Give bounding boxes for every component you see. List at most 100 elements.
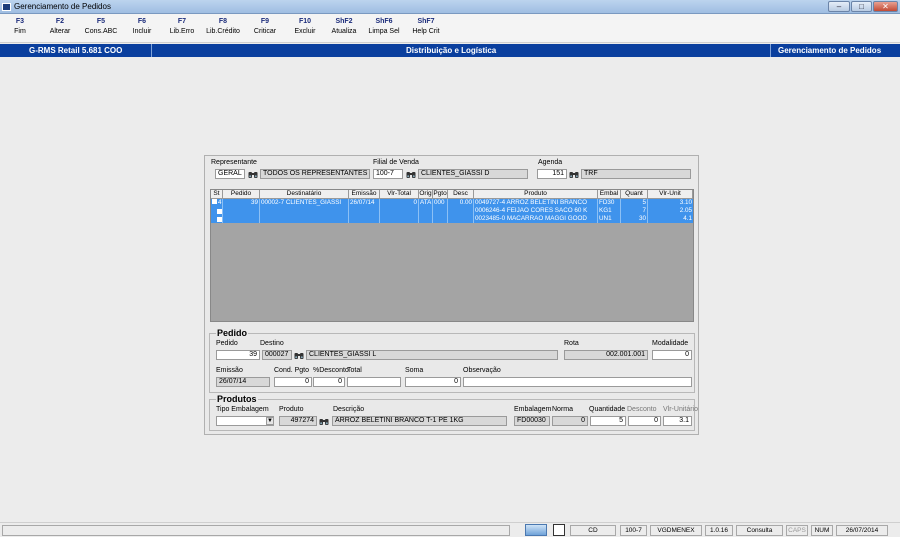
agenda-search-icon[interactable] [569,170,579,179]
soma-field[interactable]: 0 [405,377,461,387]
col-header-pedido[interactable]: Pedido [223,190,260,199]
cell-vlr-unit: 2.05 [679,207,692,214]
item-desconto-field[interactable]: 0 [628,416,661,426]
pedido-group-title: Pedido [216,328,249,338]
toolbar-lib-erro-button[interactable]: F7 Lib.Erro [166,17,198,37]
col-header-desc[interactable]: Desc [448,190,474,199]
vlr-unitario-label: Vlr-Unitário [663,406,699,413]
col-header-embal[interactable]: Embal [598,190,621,199]
representante-label: Representante [211,159,257,166]
toolbar-cons-abc-button[interactable]: F5 Cons.ABC [83,17,119,37]
screen-name: Gerenciamento de Pedidos [778,46,882,55]
pedido-field[interactable]: 39 [216,350,260,360]
status-num: NUM [811,525,833,536]
expand-icon[interactable] [212,199,217,204]
observacao-field[interactable] [463,377,692,387]
col-header-emissao[interactable]: Emissão [349,190,380,199]
table-row[interactable]: 0023485-0 MACARRAO MAGGI GOOD UN1 30 4.1 [211,215,693,223]
cell-vlr-unit: 3.10 [679,199,692,206]
cell-vlr-total [380,207,419,215]
pedido-label: Pedido [216,340,238,347]
rota-field: 002.001.001 [564,350,648,360]
agenda-label: Agenda [538,159,563,166]
toolbar-excluir-button[interactable]: F10 Excluir [290,17,320,37]
toolbar-limpa-sel-button[interactable]: ShF6 Limpa Sel [367,17,401,37]
emissao-label: Emissão [216,367,243,374]
agenda-code-field[interactable]: 151 [537,169,567,179]
produtos-group [209,399,695,431]
filial-search-icon[interactable] [406,170,416,179]
toolbar-alterar-button[interactable]: F2 Alterar [45,17,75,37]
descricao-label: Descrição [333,406,365,413]
toolbar-help-crit-button[interactable]: ShF7 Help Crit [408,17,444,37]
app-icon [2,3,11,11]
cell-produto: 0006246-4 FEIJAO CORES SACO 60 K [474,207,598,215]
cell-embal: KG1 [598,207,621,215]
vlr-unitario-field[interactable]: 3.1 [663,416,692,426]
cell-pgto [433,207,448,215]
col-header-vlr-total[interactable]: Vlr-Total [380,190,419,199]
minimize-button[interactable]: – [828,1,850,12]
col-header-st[interactable]: St [211,190,223,199]
col-header-orig[interactable]: Orig [419,190,433,199]
emissao-field: 26/07/14 [216,377,270,387]
cell-st [211,215,223,223]
col-header-destinatario[interactable]: Destinatário [260,190,349,199]
cell-embal: UN1 [598,215,621,223]
system-version: G-RMS Retail 5.681 COO [29,46,123,55]
status-bar: CD 100-7 VGDMENEX 1.0.16 Consulta CAPS N… [0,522,900,537]
norma-field: 0 [552,416,588,426]
orders-grid[interactable]: St Pedido Destinatário Emissão Vlr-Total… [210,189,694,322]
table-row[interactable]: 0006246-4 FEIJAO CORES SACO 60 K KG1 7 2… [211,207,693,215]
produtos-group-title: Produtos [216,394,258,404]
representante-code-field[interactable]: GERAL [215,169,245,179]
cell-orig [419,207,433,215]
cell-st: 4 [211,199,223,207]
toolbar-incluir-button[interactable]: F6 Incluir [127,17,157,37]
window-title: Gerenciamento de Pedidos [14,2,111,11]
cell-pedido [223,215,260,223]
toolbar-atualiza-button[interactable]: ShF2 Atualiza [328,17,360,37]
toolbar-criticar-button[interactable]: F9 Criticar [250,17,280,37]
filial-code-field[interactable]: 100-7 [373,169,403,179]
produto-search-icon[interactable] [319,417,329,426]
cell-quant: 30 [621,215,648,223]
close-button[interactable]: ✕ [873,1,898,12]
representante-search-icon[interactable] [248,170,258,179]
destino-search-icon[interactable] [294,351,304,360]
status-caps: CAPS [786,525,808,536]
toolbar-fim-button[interactable]: F3 Fim [6,17,34,37]
quantidade-field[interactable]: 5 [590,416,626,426]
destino-code-field[interactable]: 000027 [262,350,292,360]
col-header-pgto[interactable]: Pgto [433,190,448,199]
agenda-name-field: TRF [581,169,691,179]
desconto-field[interactable]: 0 [313,377,345,387]
total-field[interactable] [347,377,401,387]
observacao-label: Observação [463,367,501,374]
cell-emissao: 26/07/14 [349,199,380,207]
produto-label: Produto [279,406,304,413]
embalagem-label: Embalagem [514,406,552,413]
table-row[interactable]: 4 39 00002-7 CLIENTES_GIASSI 26/07/14 0 … [211,199,693,207]
toolbar-lib-credito-button[interactable]: F8 Lib.Crédito [203,17,243,37]
total-label: Total [347,367,362,374]
maximize-button[interactable]: □ [851,1,872,12]
status-message [2,525,510,536]
status-version: 1.0.16 [705,525,733,536]
chevron-down-icon[interactable]: ▼ [266,417,274,425]
representante-name-field: TODOS OS REPRESENTANTES [260,169,370,179]
cell-destinatario [260,207,349,215]
col-header-quant[interactable]: Quant [621,190,648,199]
status-date: 26/07/2014 [836,525,888,536]
modalidade-field[interactable]: 0 [652,350,692,360]
row-checkbox[interactable] [217,216,222,222]
produto-field[interactable]: 497274 [279,416,317,426]
cell-vlr-unit: 4.1 [683,215,692,222]
cell-orig [419,215,433,223]
row-checkbox[interactable] [217,208,222,214]
cond-pgto-field[interactable]: 0 [274,377,312,387]
col-header-vlr-unit[interactable]: Vlr-Unit [648,190,693,199]
col-header-produto[interactable]: Produto [474,190,598,199]
banner-divider [770,44,771,57]
module-name: Distribuição e Logística [406,46,497,55]
